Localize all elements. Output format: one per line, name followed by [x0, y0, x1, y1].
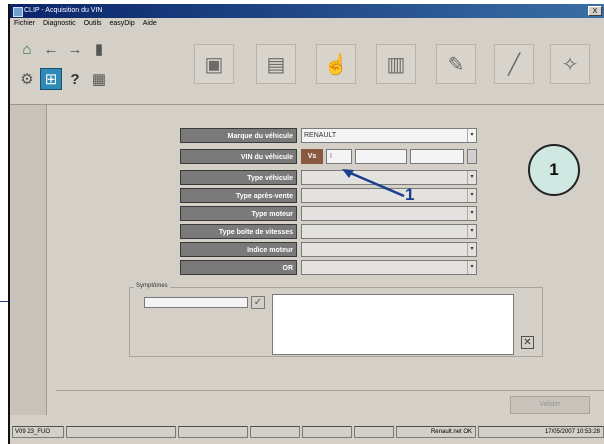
forward-arrow-icon[interactable]: → — [64, 38, 86, 60]
home-glyph: ⌂ — [22, 40, 32, 58]
annotation-circle-label: 1 — [549, 160, 559, 179]
brand-row: Marque du véhicule RENAULT ▾ — [180, 128, 480, 143]
back-glyph: ← — [43, 40, 59, 58]
chevron-down-icon[interactable]: ▾ — [467, 207, 476, 220]
close-button[interactable]: X — [588, 6, 602, 16]
network-icon[interactable]: ⊞ — [40, 68, 62, 90]
status-bar: V09 23_FUO Renault.net OK 17/05/2007 10:… — [10, 422, 604, 444]
symptom-text-area[interactable] — [272, 294, 514, 355]
menu-outils[interactable]: Outils — [84, 20, 102, 27]
back-arrow-icon[interactable]: ← — [40, 38, 62, 60]
ecu-glyph: ▤ — [266, 53, 286, 76]
vin-validate-button[interactable] — [467, 149, 477, 164]
ecu-icon[interactable]: ▤ — [256, 44, 296, 84]
status-cell-3 — [178, 426, 248, 438]
status-cell-2 — [66, 426, 176, 438]
annotation-circle: 1 — [528, 144, 580, 196]
symptoms-legend: Symptômes — [134, 283, 170, 289]
menu-easydip[interactable]: easyDip — [109, 20, 134, 27]
hand-pointer-glyph: ☝ — [323, 53, 349, 76]
engine-type-row: Type moteur ▾ — [180, 206, 480, 221]
title-bar: CLIP - Acquisition du VIN X — [10, 4, 604, 18]
application-window: CLIP - Acquisition du VIN X Fichier Diag… — [8, 4, 604, 444]
spanner-icon[interactable]: ✧ — [550, 44, 590, 84]
gearbox-type-label: Type boîte de vitesses — [180, 224, 297, 239]
callout-arrow-icon — [342, 169, 405, 198]
vin-row: VIN du véhicule Vs I — [180, 149, 480, 164]
toolbar: ⌂ ← → ▮ ⚙ ⊞ ? ▦ ▣ ▤ ☝ ▥ ✎ ╱ ✧ — [10, 30, 604, 105]
chevron-down-icon[interactable]: ▾ — [467, 243, 476, 256]
app-icon — [13, 7, 23, 17]
tools-icon[interactable]: ▦ — [88, 68, 110, 90]
or-row: OR ▾ — [180, 260, 480, 275]
engine-type-select[interactable]: ▾ — [301, 206, 477, 221]
symptoms-group: Symptômes ✓ ✕ — [129, 283, 543, 357]
manual-icon[interactable]: ✎ — [436, 44, 476, 84]
wrench-glyph: ╱ — [507, 53, 521, 76]
menu-aide[interactable]: Aide — [143, 20, 157, 27]
brand-value: RENAULT — [304, 132, 337, 139]
vin-field-2[interactable] — [355, 149, 407, 164]
help-glyph: ? — [70, 70, 80, 88]
after-sales-type-label: Type après-vente — [180, 188, 297, 203]
menu-bar: Fichier Diagnostic Outils easyDip Aide — [10, 18, 604, 29]
engine-type-label: Type moteur — [180, 206, 297, 221]
vin-label: VIN du véhicule — [180, 149, 297, 164]
gearbox-type-row: Type boîte de vitesses ▾ — [180, 224, 480, 239]
engine-index-row: Indice moteur ▾ — [180, 242, 480, 257]
pages-glyph: ▮ — [94, 41, 104, 58]
callout-label: 1 — [405, 185, 415, 204]
leader-line — [0, 301, 8, 302]
left-panel — [10, 105, 47, 415]
pages-icon[interactable]: ▮ — [88, 38, 110, 60]
diagnostic-scan-icon[interactable]: ▣ — [194, 44, 234, 84]
document-glyph: ▥ — [386, 53, 406, 76]
menu-diagnostic[interactable]: Diagnostic — [43, 20, 76, 27]
vin-field-1[interactable]: I — [326, 149, 352, 164]
vehicle-type-row: Type véhicule ▾ — [180, 170, 480, 185]
chevron-down-icon[interactable]: ▾ — [467, 225, 476, 238]
or-select[interactable]: ▾ — [301, 260, 477, 275]
manual-glyph: ✎ — [447, 53, 465, 76]
engine-index-select[interactable]: ▾ — [301, 242, 477, 257]
wrench-icon[interactable]: ╱ — [494, 44, 534, 84]
brand-label: Marque du véhicule — [180, 128, 297, 143]
network-glyph: ⊞ — [44, 71, 58, 88]
forward-glyph: → — [67, 40, 83, 58]
engine-index-label: Indice moteur — [180, 242, 297, 257]
vin-field-3[interactable] — [410, 149, 464, 164]
status-cell-4 — [250, 426, 300, 438]
after-sales-type-row: Type après-vente ▾ — [180, 188, 480, 203]
vehicle-connect-glyph: ⚙ — [20, 71, 34, 88]
vin-prefix: Vs — [301, 149, 323, 164]
status-version: V09 23_FUO — [12, 426, 64, 438]
brand-select[interactable]: RENAULT ▾ — [301, 128, 477, 143]
checkmark-icon[interactable]: ✓ — [251, 296, 265, 309]
status-connection: Renault.net OK — [396, 426, 476, 438]
symptom-input[interactable] — [144, 297, 248, 308]
delete-icon[interactable]: ✕ — [521, 336, 534, 349]
gearbox-type-select[interactable]: ▾ — [301, 224, 477, 239]
menu-fichier[interactable]: Fichier — [14, 20, 35, 27]
status-cell-6 — [354, 426, 394, 438]
status-cell-5 — [302, 426, 352, 438]
spanner-glyph: ✧ — [561, 53, 579, 76]
or-label: OR — [180, 260, 297, 275]
hand-pointer-icon[interactable]: ☝ — [316, 44, 356, 84]
status-datetime: 17/05/2007 10:53:28 — [478, 426, 604, 438]
chevron-down-icon[interactable]: ▾ — [467, 129, 476, 142]
home-icon[interactable]: ⌂ — [16, 38, 38, 60]
validate-button[interactable]: Valider — [510, 396, 590, 414]
help-icon[interactable]: ? — [64, 68, 86, 90]
vehicle-type-label: Type véhicule — [180, 170, 297, 185]
vehicle-connect-icon[interactable]: ⚙ — [16, 68, 38, 90]
chevron-down-icon[interactable]: ▾ — [467, 261, 476, 274]
chevron-down-icon[interactable]: ▾ — [467, 189, 476, 202]
chevron-down-icon[interactable]: ▾ — [467, 171, 476, 184]
tools-glyph: ▦ — [91, 71, 107, 88]
document-icon[interactable]: ▥ — [376, 44, 416, 84]
diagnostic-scan-glyph: ▣ — [204, 53, 224, 76]
window-title: CLIP - Acquisition du VIN — [24, 7, 103, 14]
